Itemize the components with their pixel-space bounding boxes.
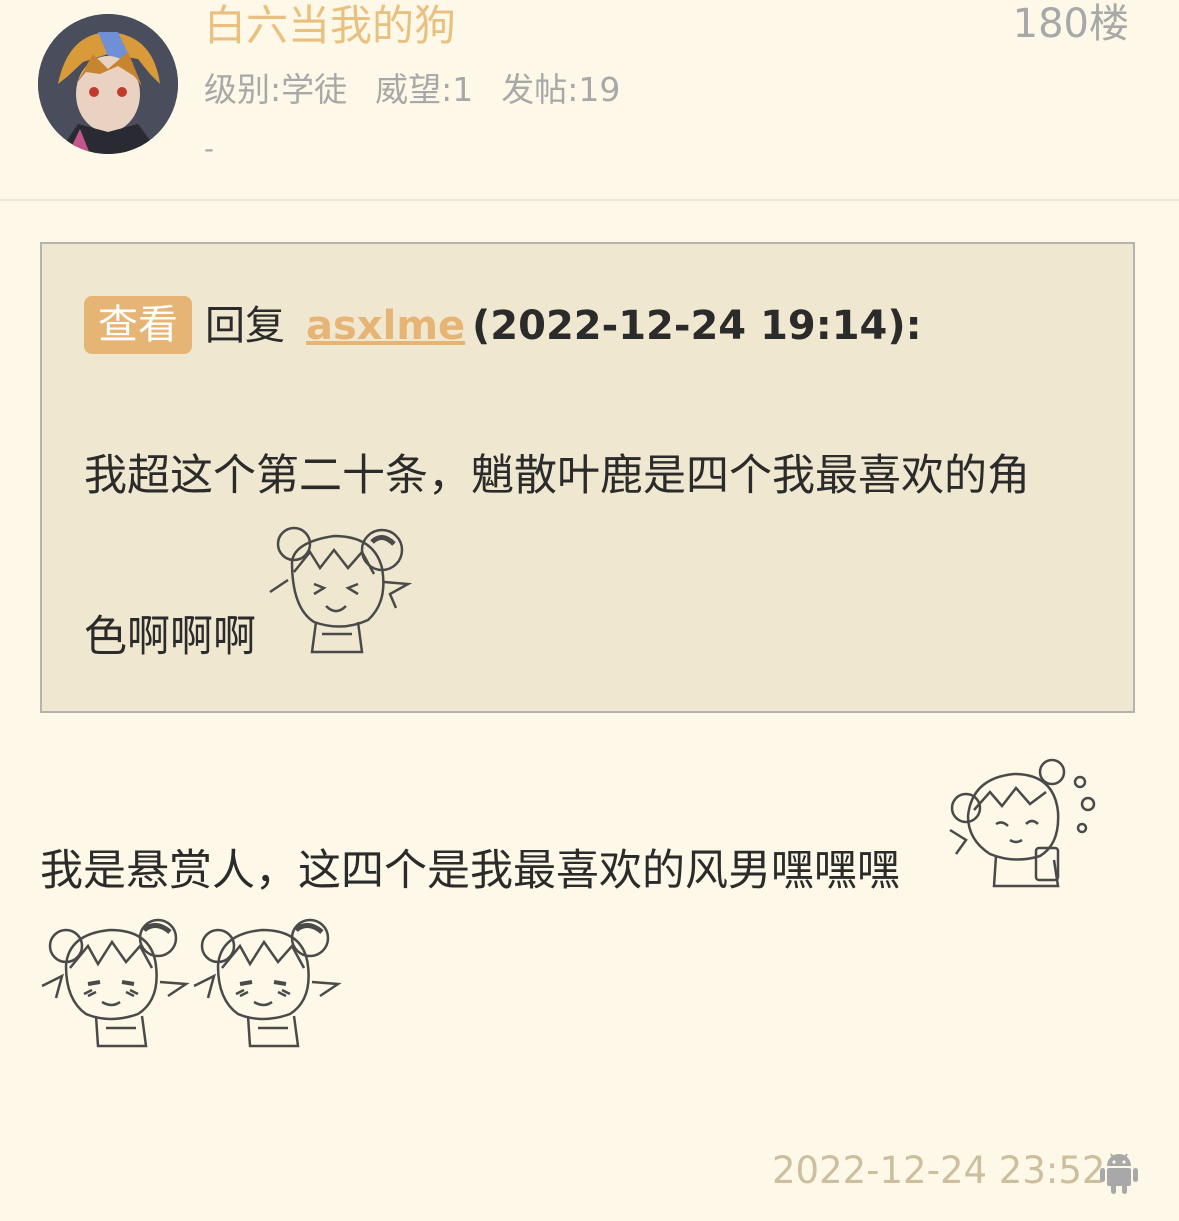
shy-sticker-icon (946, 756, 1098, 892)
author-level: 级别:学徒 (204, 70, 348, 109)
view-quote-button[interactable]: 查看 (84, 296, 192, 354)
android-icon (1099, 1150, 1139, 1194)
reply-label: 回复 (205, 303, 285, 349)
reply-user-link[interactable]: asxlme (306, 300, 465, 352)
author-prestige: 威望:1 (375, 70, 474, 109)
author-meta: 级别:学徒 威望:1 发帖:19 (204, 68, 648, 112)
header-divider (0, 199, 1179, 201)
floor-number: 180楼 (1012, 1, 1129, 47)
quote-block: 查看 回复 asxlme (2022-12-24 19:14): 我超这个第二十… (40, 242, 1135, 713)
author-name[interactable]: 白六当我的狗 (204, 0, 456, 52)
avatar[interactable] (38, 14, 178, 154)
author-signature: - (204, 132, 215, 165)
laughing-sticker-icon (264, 522, 420, 660)
blushing-sticker-icon-2 (192, 916, 342, 1050)
post-body-text: 我是悬赏人，这四个是我最喜欢的风男嘿嘿嘿 (40, 846, 900, 896)
post-timestamp: 2022-12-24 23:52 (772, 1149, 1106, 1192)
quote-text-line1: 我超这个第二十条，魈散叶鹿是四个我最喜欢的角 (84, 451, 1030, 501)
reply-date: (2022-12-24 19:14): (472, 303, 922, 349)
author-post-count: 发帖:19 (501, 70, 621, 109)
quote-text-line2: 色啊啊啊 (84, 612, 256, 662)
blushing-sticker-icon (40, 916, 190, 1050)
